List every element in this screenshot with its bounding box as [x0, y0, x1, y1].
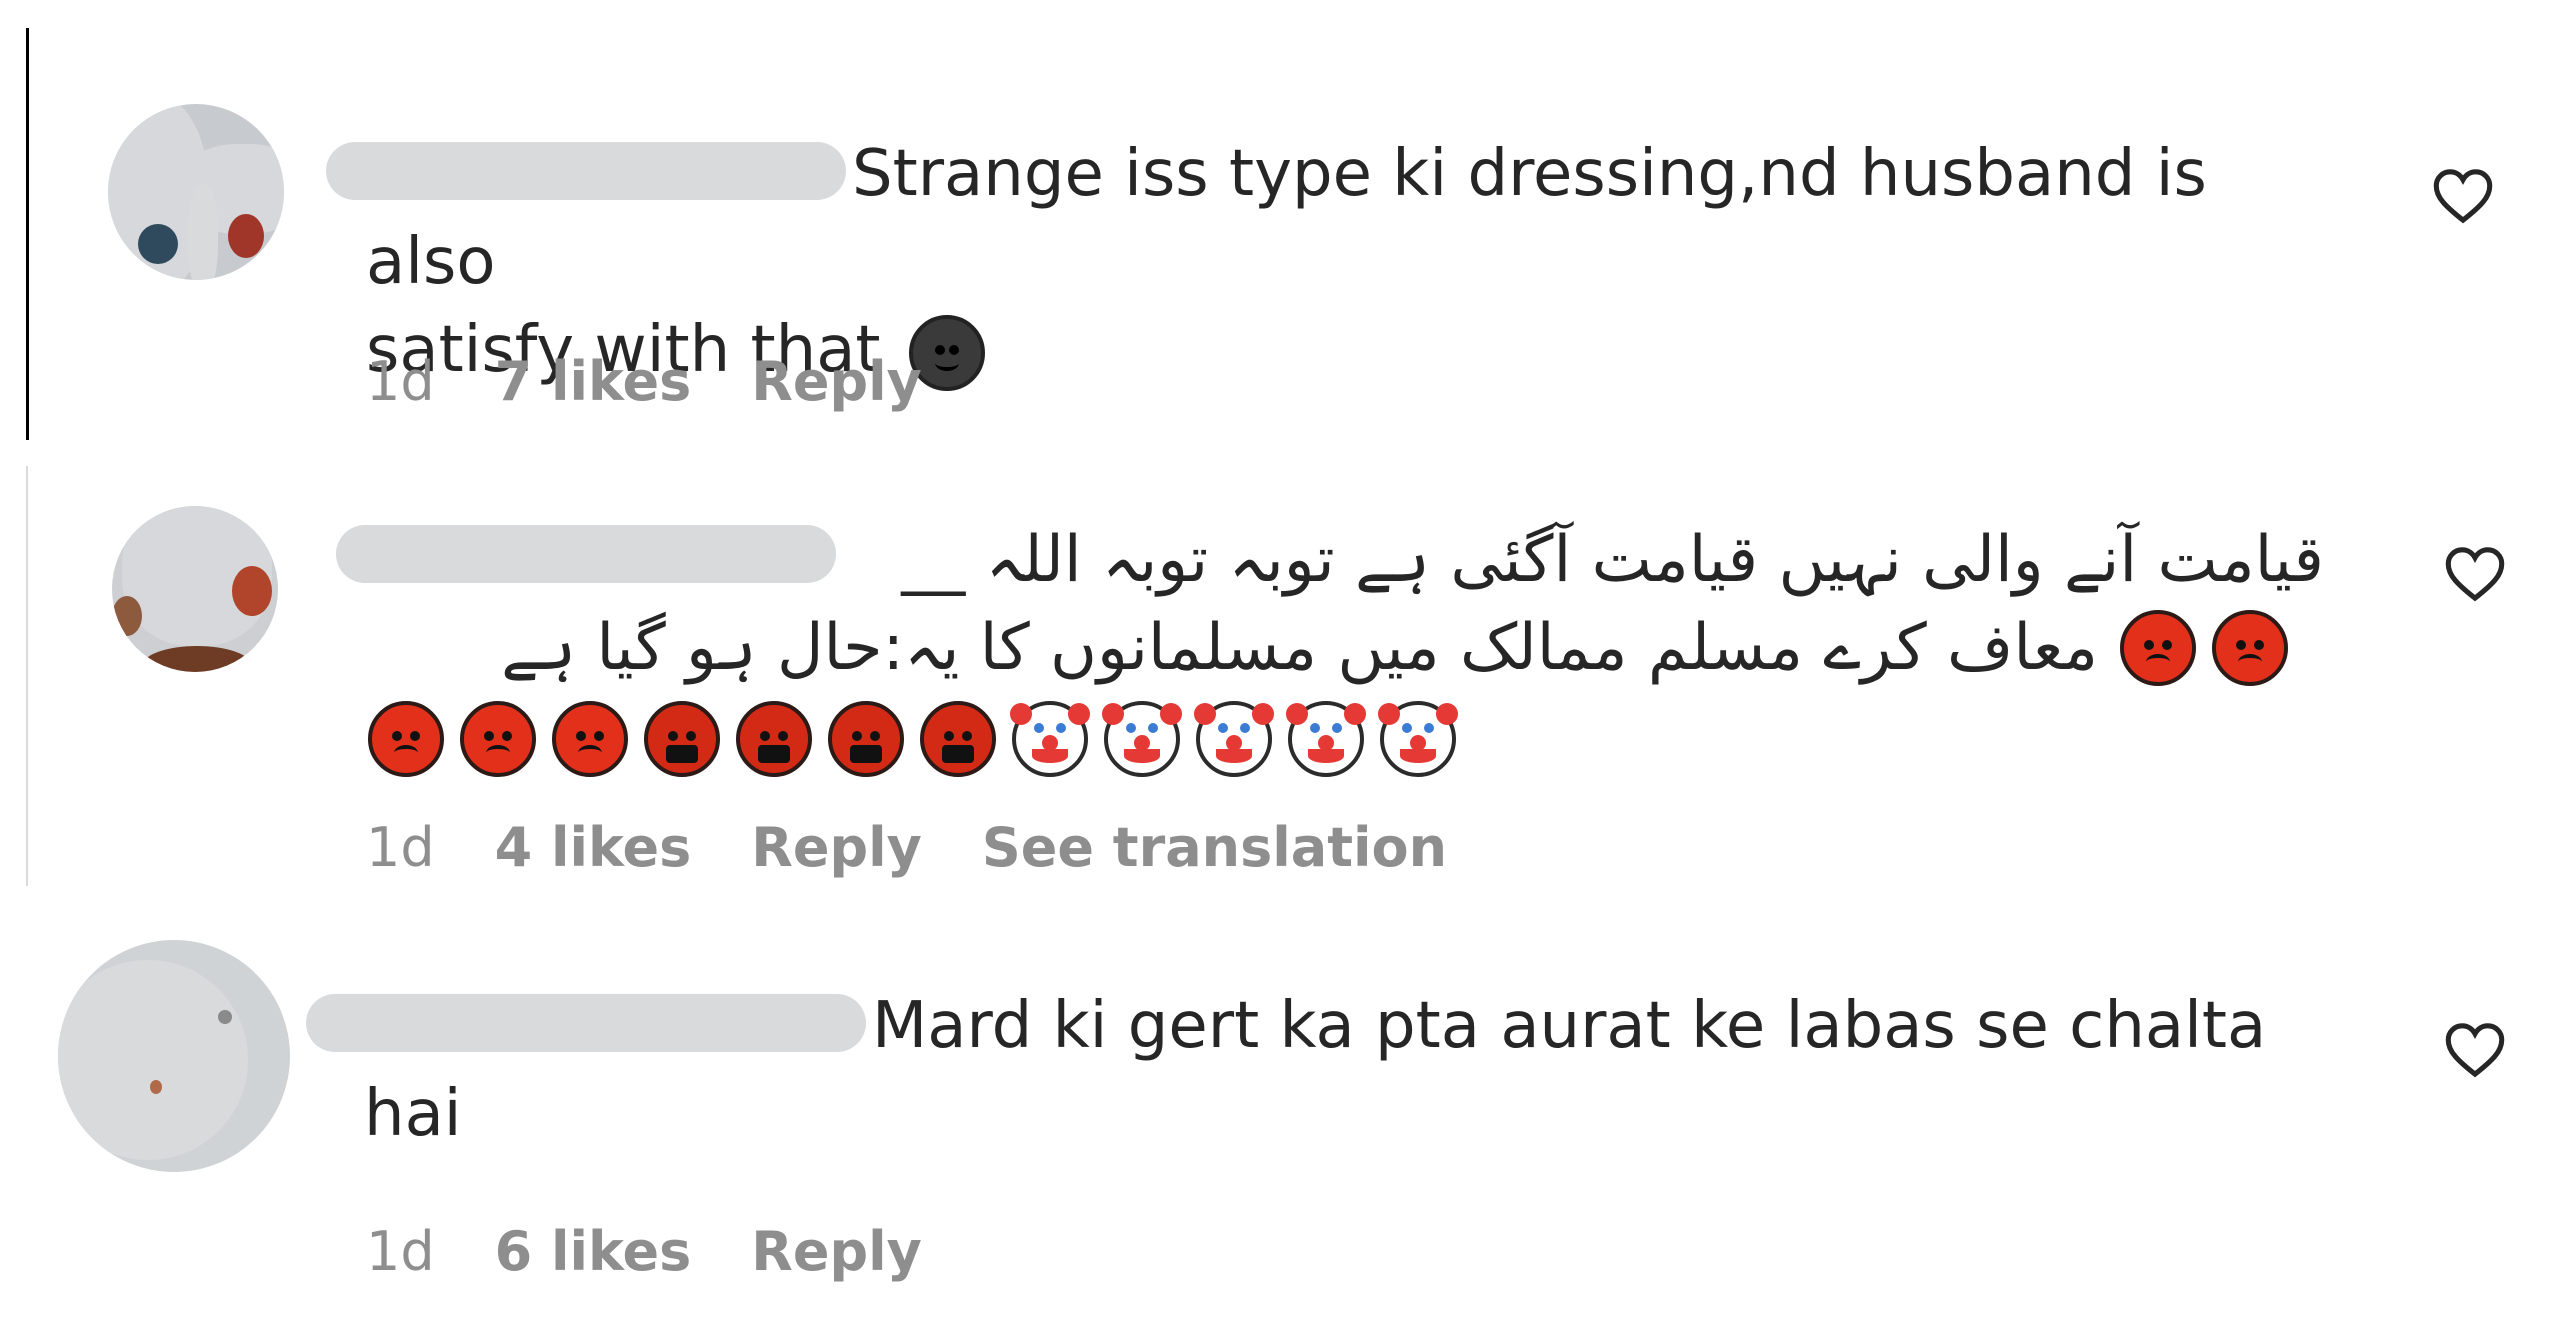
heart-outline-icon[interactable]: [2444, 1022, 2506, 1078]
comment-item: قیامت آنے والی نہیں قیامت آگئی ہے توبہ ت…: [0, 466, 2560, 886]
comment-body: Mard ki gert ka pta aurat ke labas se ch…: [306, 982, 2324, 1158]
angry-face-emoji: [2120, 610, 2196, 686]
thread-line: [26, 28, 29, 440]
clown-face-emoji: [1194, 701, 1274, 778]
avatar[interactable]: [108, 104, 284, 280]
comment-time: 1d: [366, 350, 435, 413]
clown-face-emoji: [1378, 701, 1458, 778]
comment-text-line-1: Mard ki gert ka pta aurat ke labas se ch…: [306, 982, 2324, 1070]
comment-body: قیامت آنے والی نہیں قیامت آگئی ہے توبہ ت…: [336, 516, 2324, 780]
heart-outline-icon[interactable]: [2432, 168, 2494, 224]
angry-face-emoji: [368, 701, 444, 778]
angry-face-emoji: [552, 701, 628, 778]
cursing-face-emoji: [644, 701, 720, 778]
comment-meta: 1d 6 likes Reply: [366, 1220, 922, 1283]
comment-text-line-2: معاف کرے مسلم ممالک میں مسلمانوں کا یہ:ح…: [366, 604, 2296, 692]
username-redacted[interactable]: [306, 994, 866, 1053]
username-redacted[interactable]: [336, 525, 836, 583]
cursing-face-emoji: [828, 701, 904, 778]
clown-face-emoji: [1010, 701, 1090, 778]
angry-face-emoji: [2212, 610, 2288, 686]
clown-face-emoji: [1102, 701, 1182, 778]
likes-count[interactable]: 6 likes: [495, 1220, 692, 1283]
username-redacted[interactable]: [326, 142, 846, 201]
thread-line: [26, 466, 28, 886]
comments-list: Strange iss type ki dressing,nd husband …: [0, 0, 2560, 1334]
comment-time: 1d: [366, 1220, 435, 1283]
see-translation-button[interactable]: See translation: [982, 816, 1447, 879]
heart-outline-icon[interactable]: [2444, 546, 2506, 602]
comment-text-line-2: hai: [364, 1077, 462, 1151]
comment-item: Strange iss type ki dressing,nd husband …: [0, 20, 2560, 440]
reply-button[interactable]: Reply: [751, 816, 922, 879]
likes-count[interactable]: 4 likes: [495, 816, 692, 879]
comment-meta: 1d 4 likes Reply See translation: [366, 816, 1447, 879]
avatar[interactable]: [58, 940, 290, 1172]
cursing-face-emoji: [736, 701, 812, 778]
comment-item: Mard ki gert ka pta aurat ke labas se ch…: [0, 912, 2560, 1312]
angry-face-emoji: [460, 701, 536, 778]
likes-count[interactable]: 7 likes: [495, 350, 692, 413]
emoji-row: [360, 692, 2324, 780]
comment-time: 1d: [366, 816, 435, 879]
cursing-face-emoji: [920, 701, 996, 778]
comment-meta: 1d 7 likes Reply: [366, 350, 922, 413]
comment-text-line-1: قیامت آنے والی نہیں قیامت آگئی ہے توبہ ت…: [336, 516, 2324, 604]
reply-button[interactable]: Reply: [751, 350, 922, 413]
clown-face-emoji: [1286, 701, 1366, 778]
comment-text-line-1: Strange iss type ki dressing,nd husband …: [326, 130, 2324, 306]
reply-button[interactable]: Reply: [751, 1220, 922, 1283]
avatar[interactable]: [112, 506, 278, 672]
